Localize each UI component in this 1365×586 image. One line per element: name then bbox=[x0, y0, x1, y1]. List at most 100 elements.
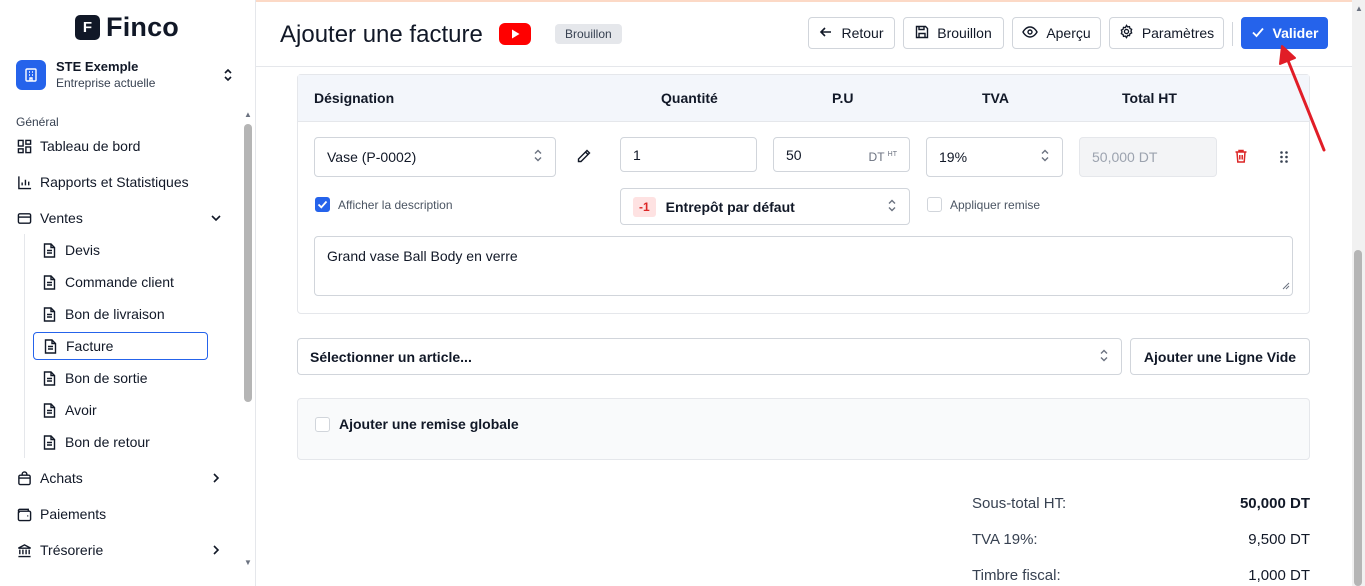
sidebar-item-label: Achats bbox=[40, 470, 83, 486]
total-ht-field: 50,000 DT bbox=[1079, 137, 1217, 177]
currency-suffix: DT HT bbox=[869, 150, 897, 164]
sidebar-subitem-label: Bon de retour bbox=[65, 434, 150, 450]
company-switcher[interactable]: STE Exemple Entreprise actuelle bbox=[16, 56, 240, 94]
stamp-tax-row: Timbre fiscal: 1,000 DT bbox=[972, 567, 1310, 586]
global-discount-label: Ajouter une remise globale bbox=[339, 416, 519, 432]
sidebar-item-tresorerie[interactable]: Trésorerie bbox=[16, 536, 232, 564]
chevron-up-down-icon bbox=[887, 198, 897, 215]
pencil-edit-icon[interactable] bbox=[576, 148, 592, 169]
chevron-right-icon bbox=[210, 543, 222, 559]
sidebar-item-achats[interactable]: Achats bbox=[16, 464, 232, 492]
document-icon bbox=[41, 274, 57, 290]
credit-card-icon bbox=[16, 210, 32, 226]
total-ht-value: 50,000 DT bbox=[1092, 149, 1158, 165]
logo-mark: F bbox=[75, 15, 100, 40]
save-icon bbox=[915, 25, 929, 42]
product-select[interactable]: Vase (P-0002) bbox=[314, 137, 556, 177]
draft-button[interactable]: Brouillon bbox=[903, 17, 1004, 49]
document-icon bbox=[41, 402, 57, 418]
shopping-bag-icon bbox=[16, 470, 32, 486]
description-textarea[interactable]: Grand vase Ball Body en verre bbox=[314, 236, 1293, 296]
subtotal-row: Sous-total HT: 50,000 DT bbox=[972, 495, 1310, 515]
sidebar-subitem-label: Commande client bbox=[65, 274, 174, 290]
logo-text: Finco bbox=[106, 12, 179, 42]
app-logo[interactable]: F Finco bbox=[75, 12, 179, 43]
chevron-down-icon bbox=[210, 211, 222, 227]
sidebar-subitem-label: Facture bbox=[66, 338, 114, 354]
chevron-up-down-icon bbox=[1040, 149, 1050, 166]
sidebar-item-label: Rapports et Statistiques bbox=[40, 174, 189, 190]
page-title: Ajouter une facture bbox=[280, 21, 483, 48]
validate-button-label: Valider bbox=[1272, 25, 1319, 41]
bank-icon bbox=[16, 542, 32, 558]
sidebar-subitem-bon-de-retour[interactable]: Bon de retour bbox=[33, 428, 208, 456]
eye-icon bbox=[1022, 25, 1039, 42]
add-empty-line-button[interactable]: Ajouter une Ligne Vide bbox=[1130, 338, 1310, 375]
column-header-total-ht: Total HT bbox=[1122, 90, 1177, 106]
scroll-up-arrow-icon[interactable]: ▲ bbox=[244, 110, 252, 119]
trash-icon[interactable] bbox=[1233, 148, 1249, 169]
draft-button-label: Brouillon bbox=[937, 25, 992, 41]
tva-total-value: 9,500 DT bbox=[1248, 531, 1310, 548]
back-button[interactable]: Retour bbox=[808, 17, 895, 49]
preview-button-label: Aperçu bbox=[1046, 25, 1091, 41]
arrow-left-icon bbox=[819, 25, 833, 42]
currency-label: DT bbox=[868, 150, 885, 164]
document-icon bbox=[41, 242, 57, 258]
scroll-up-arrow-icon[interactable]: ▲ bbox=[1355, 4, 1363, 13]
sidebar-item-reports[interactable]: Rapports et Statistiques bbox=[16, 168, 232, 196]
building-icon bbox=[16, 60, 46, 90]
article-select[interactable]: Sélectionner un article... bbox=[297, 338, 1122, 375]
subtotal-label: Sous-total HT: bbox=[972, 495, 1067, 512]
scroll-down-arrow-icon[interactable]: ▼ bbox=[244, 558, 252, 567]
chevron-up-down-icon bbox=[1099, 348, 1109, 365]
global-discount-card: Ajouter une remise globale bbox=[297, 398, 1310, 460]
sidebar-subitem-bon-de-sortie[interactable]: Bon de sortie bbox=[33, 364, 208, 392]
sidebar-subitem-facture[interactable]: Facture bbox=[33, 332, 208, 360]
show-description-checkbox[interactable] bbox=[315, 197, 330, 212]
tva-total-label: TVA 19%: bbox=[972, 531, 1038, 548]
subtotal-value: 50,000 DT bbox=[1239, 495, 1310, 512]
validate-button[interactable]: Valider bbox=[1241, 17, 1328, 49]
warehouse-select[interactable]: -1 Entrepôt par défaut bbox=[620, 188, 910, 225]
sidebar-item-label: Paiements bbox=[40, 506, 107, 522]
drag-handle-icon[interactable] bbox=[1279, 150, 1289, 169]
sidebar-subitem-devis[interactable]: Devis bbox=[33, 236, 208, 264]
show-description-label: Afficher la description bbox=[338, 198, 453, 212]
apply-discount-checkbox[interactable] bbox=[927, 197, 942, 212]
settings-button[interactable]: Paramètres bbox=[1109, 17, 1224, 49]
sidebar-item-paiements[interactable]: Paiements bbox=[16, 500, 232, 528]
youtube-icon[interactable] bbox=[499, 23, 531, 45]
sidebar-item-label: Trésorerie bbox=[40, 542, 104, 558]
sidebar-subitem-commande-client[interactable]: Commande client bbox=[33, 268, 208, 296]
main-scrollbar[interactable]: ▲ bbox=[1352, 0, 1365, 586]
tva-select[interactable]: 19% bbox=[926, 137, 1063, 177]
unit-price-input[interactable]: 50 DT HT bbox=[773, 137, 910, 172]
sidebar-item-ventes[interactable]: Ventes bbox=[16, 204, 232, 232]
stamp-tax-label: Timbre fiscal: bbox=[972, 567, 1061, 584]
check-icon bbox=[1251, 25, 1265, 42]
sidebar-scrollbar-thumb[interactable] bbox=[244, 124, 252, 402]
preview-button[interactable]: Aperçu bbox=[1012, 17, 1101, 49]
gear-icon bbox=[1119, 24, 1134, 42]
submenu-guide-line bbox=[24, 234, 25, 458]
sidebar-subitem-avoir[interactable]: Avoir bbox=[33, 396, 208, 424]
check-icon bbox=[317, 200, 328, 209]
sidebar-scrollbar[interactable]: ▲ ▼ bbox=[241, 108, 255, 572]
resize-handle-icon[interactable] bbox=[1282, 277, 1290, 293]
document-icon bbox=[41, 370, 57, 386]
main-scrollbar-thumb[interactable] bbox=[1354, 250, 1362, 586]
warehouse-value: Entrepôt par défaut bbox=[665, 198, 795, 215]
tva-value: 19% bbox=[939, 149, 968, 165]
table-header: Désignation Quantité P.U TVA Total HT bbox=[298, 75, 1309, 122]
product-select-value: Vase (P-0002) bbox=[327, 149, 417, 165]
sidebar-subitem-label: Devis bbox=[65, 242, 101, 258]
company-name: STE Exemple bbox=[56, 59, 139, 75]
bar-chart-icon bbox=[16, 174, 32, 190]
global-discount-checkbox[interactable] bbox=[315, 417, 330, 432]
sidebar-item-dashboard[interactable]: Tableau de bord bbox=[16, 132, 232, 160]
chevron-right-icon bbox=[210, 471, 222, 487]
quantity-input[interactable]: 1 bbox=[620, 137, 757, 172]
sidebar-subitem-label: Bon de sortie bbox=[65, 370, 148, 386]
sidebar-subitem-bon-de-livraison[interactable]: Bon de livraison bbox=[33, 300, 208, 328]
